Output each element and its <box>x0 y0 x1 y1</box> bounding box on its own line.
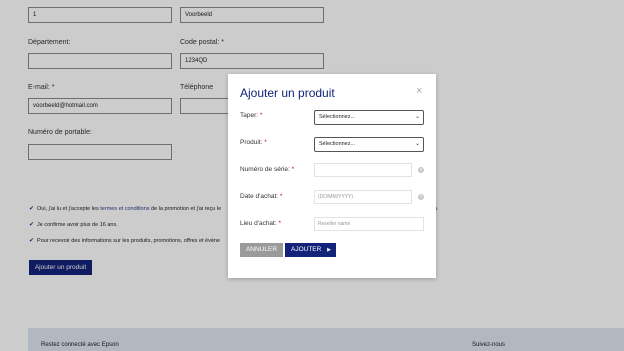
required-mark: * <box>279 193 283 200</box>
info-icon[interactable]: ? <box>418 194 424 200</box>
close-icon[interactable]: × <box>416 86 422 97</box>
modal-title: Ajouter un produit <box>240 86 335 100</box>
required-mark: * <box>291 166 295 173</box>
purchase-place-input[interactable]: Reseller name <box>314 217 424 231</box>
product-select[interactable]: Sélectionnez... ⌄ <box>314 137 424 152</box>
required-mark: * <box>264 139 267 146</box>
place-label-text: Lieu d'achat: <box>240 220 277 227</box>
required-mark: * <box>278 220 282 227</box>
serial-input[interactable] <box>314 163 412 177</box>
add-button-label: AJOUTER <box>291 246 322 253</box>
cancel-button[interactable]: ANNULER <box>240 243 283 257</box>
product-label-text: Produit: <box>240 139 263 146</box>
date-label-text: Date d'achat: <box>240 193 279 200</box>
purchase-date-input[interactable]: (DD/MM/YYYY) <box>314 190 412 204</box>
type-label: Taper: * <box>240 112 262 119</box>
chevron-down-icon: ⌄ <box>414 141 420 147</box>
type-label-text: Taper: <box>240 112 259 119</box>
info-icon[interactable]: ? <box>418 167 424 173</box>
required-mark: * <box>259 112 263 119</box>
chevron-down-icon: ⌄ <box>414 114 420 120</box>
add-product-modal: Ajouter un produit × Taper: * Sélectionn… <box>228 74 436 278</box>
serial-label: Numéro de série: * <box>240 166 294 173</box>
product-label: Produit: * <box>240 139 267 146</box>
place-label: Lieu d'achat: * <box>240 220 281 227</box>
play-arrow-icon: ▶ <box>327 247 331 253</box>
date-label: Date d'achat: * <box>240 193 282 200</box>
serial-label-text: Numéro de série: <box>240 166 290 173</box>
product-select-value: Sélectionnez... <box>319 141 356 147</box>
add-button[interactable]: AJOUTER ▶ <box>285 243 336 257</box>
type-select-value: Sélectionnez... <box>319 114 356 120</box>
type-select[interactable]: Sélectionnez... ⌄ <box>314 110 424 125</box>
